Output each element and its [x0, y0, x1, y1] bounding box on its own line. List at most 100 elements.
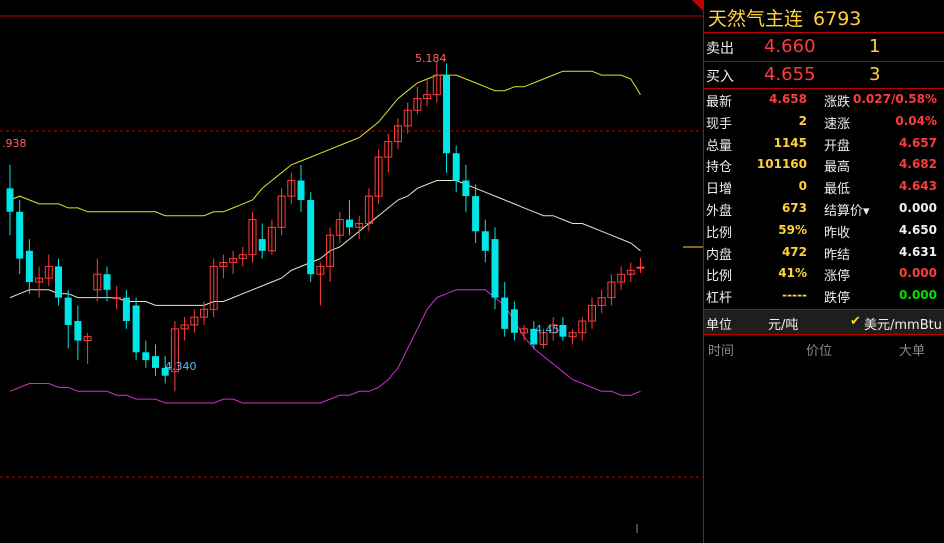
candle-body-down [501, 297, 509, 329]
candle-body-down [258, 239, 266, 251]
stat-label: 日增 [706, 182, 733, 198]
chart-annotation: 4.340 [165, 360, 197, 373]
lower-band-line [9, 289, 641, 404]
stat-label: 昨收 [824, 225, 851, 241]
stat-row: 现手 2 速涨 0.04% [704, 111, 944, 133]
stat-value: 59% [778, 222, 807, 237]
stat-value: 0.000 [899, 266, 937, 281]
stat-label: 速涨 [824, 116, 851, 132]
candle-body-up [636, 266, 645, 269]
quote-panel: 天然气主连 6793 卖出 4.660 1 买入 4.655 3 最新 4.658 涨… [703, 0, 944, 543]
bid-price: 4.655 [764, 64, 816, 85]
candle-body-down [122, 297, 130, 322]
stat-row: 最新 4.658 涨跌 0.027/0.58% [704, 89, 944, 111]
stat-row: 内盘 472 昨结 4.631 [704, 242, 944, 264]
unit-label: 单位 [706, 318, 733, 333]
instrument-code: 6793 [813, 8, 862, 30]
unit-alt-value[interactable]: 美元/mmBtu [864, 314, 942, 333]
stat-label: 最新 [706, 95, 733, 110]
stat-label: 昨结 [824, 247, 851, 263]
stat-value: 673 [781, 201, 807, 215]
candle-body-down [152, 356, 159, 368]
ticks-header: 时间 价位 大单 [704, 338, 944, 360]
stat-value: 0.04% [895, 113, 937, 128]
candle-body-down [25, 250, 33, 283]
stat-value: 0 [798, 179, 807, 194]
corner-marker [692, 0, 703, 11]
divider [704, 334, 944, 335]
candle-body-down [55, 266, 62, 298]
check-icon[interactable]: ✔ [850, 314, 861, 329]
stat-value: 472 [781, 244, 807, 259]
stat-value: 4.658 [769, 92, 807, 106]
candle-body-down [16, 211, 24, 259]
stat-value: 0.027/0.58% [853, 92, 937, 106]
stat-label: 持仓 [706, 160, 733, 176]
candle-body-down [297, 180, 305, 201]
candle-body-down [472, 196, 480, 232]
stat-row: 比例 41% 涨停 0.000 [704, 263, 944, 285]
stat-value: 4.682 [899, 157, 937, 172]
kline-chart[interactable]: 5.184 4.340 4.450 .938 [0, 0, 703, 543]
stat-value: 101160 [756, 157, 807, 172]
ask-label: 卖出 [706, 41, 734, 57]
stat-label: 外盘 [706, 204, 733, 219]
stat-value: 2 [798, 113, 807, 128]
stat-row: 总量 1145 开盘 4.657 [704, 133, 944, 155]
stat-label: 比例 [706, 269, 733, 285]
stat-value: 4.643 [899, 179, 937, 194]
stat-label: 跌停 [824, 291, 851, 307]
candle-body-down [443, 75, 450, 154]
candle-body-down [6, 188, 14, 212]
stat-value: 0.000 [899, 288, 937, 303]
ticks-col-price: 价位 [806, 344, 833, 359]
candle-body-up [112, 297, 121, 300]
stat-row: 日增 0 最低 4.643 [704, 176, 944, 198]
unit-row[interactable]: 单位 元/吨 ✔ 美元/mmBtu [704, 310, 944, 334]
stat-value: 1145 [773, 135, 807, 150]
candle-body-down [481, 231, 489, 251]
stat-row: 比例 59% 昨收 4.650 [704, 220, 944, 242]
stat-label: 杠杆 [706, 291, 733, 307]
stat-row: 外盘 673 结算价▾ 0.000 [704, 198, 944, 220]
ticks-col-big: 大单 [899, 344, 926, 359]
stat-label: 总量 [706, 138, 733, 154]
candle-body-down [452, 153, 460, 181]
ask-row[interactable]: 卖出 4.660 1 [704, 33, 944, 61]
instrument-name: 天然气主连 [708, 8, 804, 30]
chart-annotation: 4.450 [535, 323, 567, 336]
candle-body-down [462, 180, 470, 197]
ticks-col-time: 时间 [708, 344, 735, 359]
kline-svg[interactable]: 5.184 4.340 4.450 .938 [0, 0, 703, 543]
candle-body-down [142, 352, 150, 361]
stat-label: 涨停 [824, 269, 851, 285]
instrument-title: 天然气主连 6793 [708, 4, 861, 31]
bid-row[interactable]: 买入 4.655 3 [704, 61, 944, 89]
candle-body-down [74, 321, 82, 341]
stat-label: 内盘 [706, 247, 733, 263]
stat-label: 开盘 [824, 138, 851, 154]
stat-label: 最高 [824, 160, 851, 176]
stat-value: 41% [778, 266, 807, 281]
stat-row: 杠杆 ----- 跌停 0.000 [704, 285, 944, 307]
candle-body-down [103, 274, 111, 290]
candle-body-down [132, 305, 140, 353]
stat-value: 4.657 [899, 135, 937, 150]
stat-row: 持仓 101160 最高 4.682 [704, 154, 944, 176]
ask-volume: 1 [869, 36, 881, 57]
ask-price: 4.660 [764, 36, 816, 57]
candle-body-down [64, 297, 72, 325]
bid-volume: 3 [869, 64, 881, 85]
chart-annotation: 5.184 [415, 52, 447, 65]
stat-value: ----- [782, 288, 807, 303]
unit-value[interactable]: 元/吨 [768, 314, 798, 333]
stat-label: 最低 [824, 182, 851, 198]
stat-label[interactable]: 结算价▾ [824, 200, 870, 219]
candle-body-down [346, 219, 353, 228]
chart-annotation: .938 [2, 137, 27, 150]
stat-value: 4.650 [899, 222, 937, 237]
bid-label: 买入 [706, 69, 734, 85]
stat-label: 涨跌 [824, 95, 851, 110]
stat-label: 现手 [706, 116, 733, 132]
upper-band-line [9, 70, 641, 217]
